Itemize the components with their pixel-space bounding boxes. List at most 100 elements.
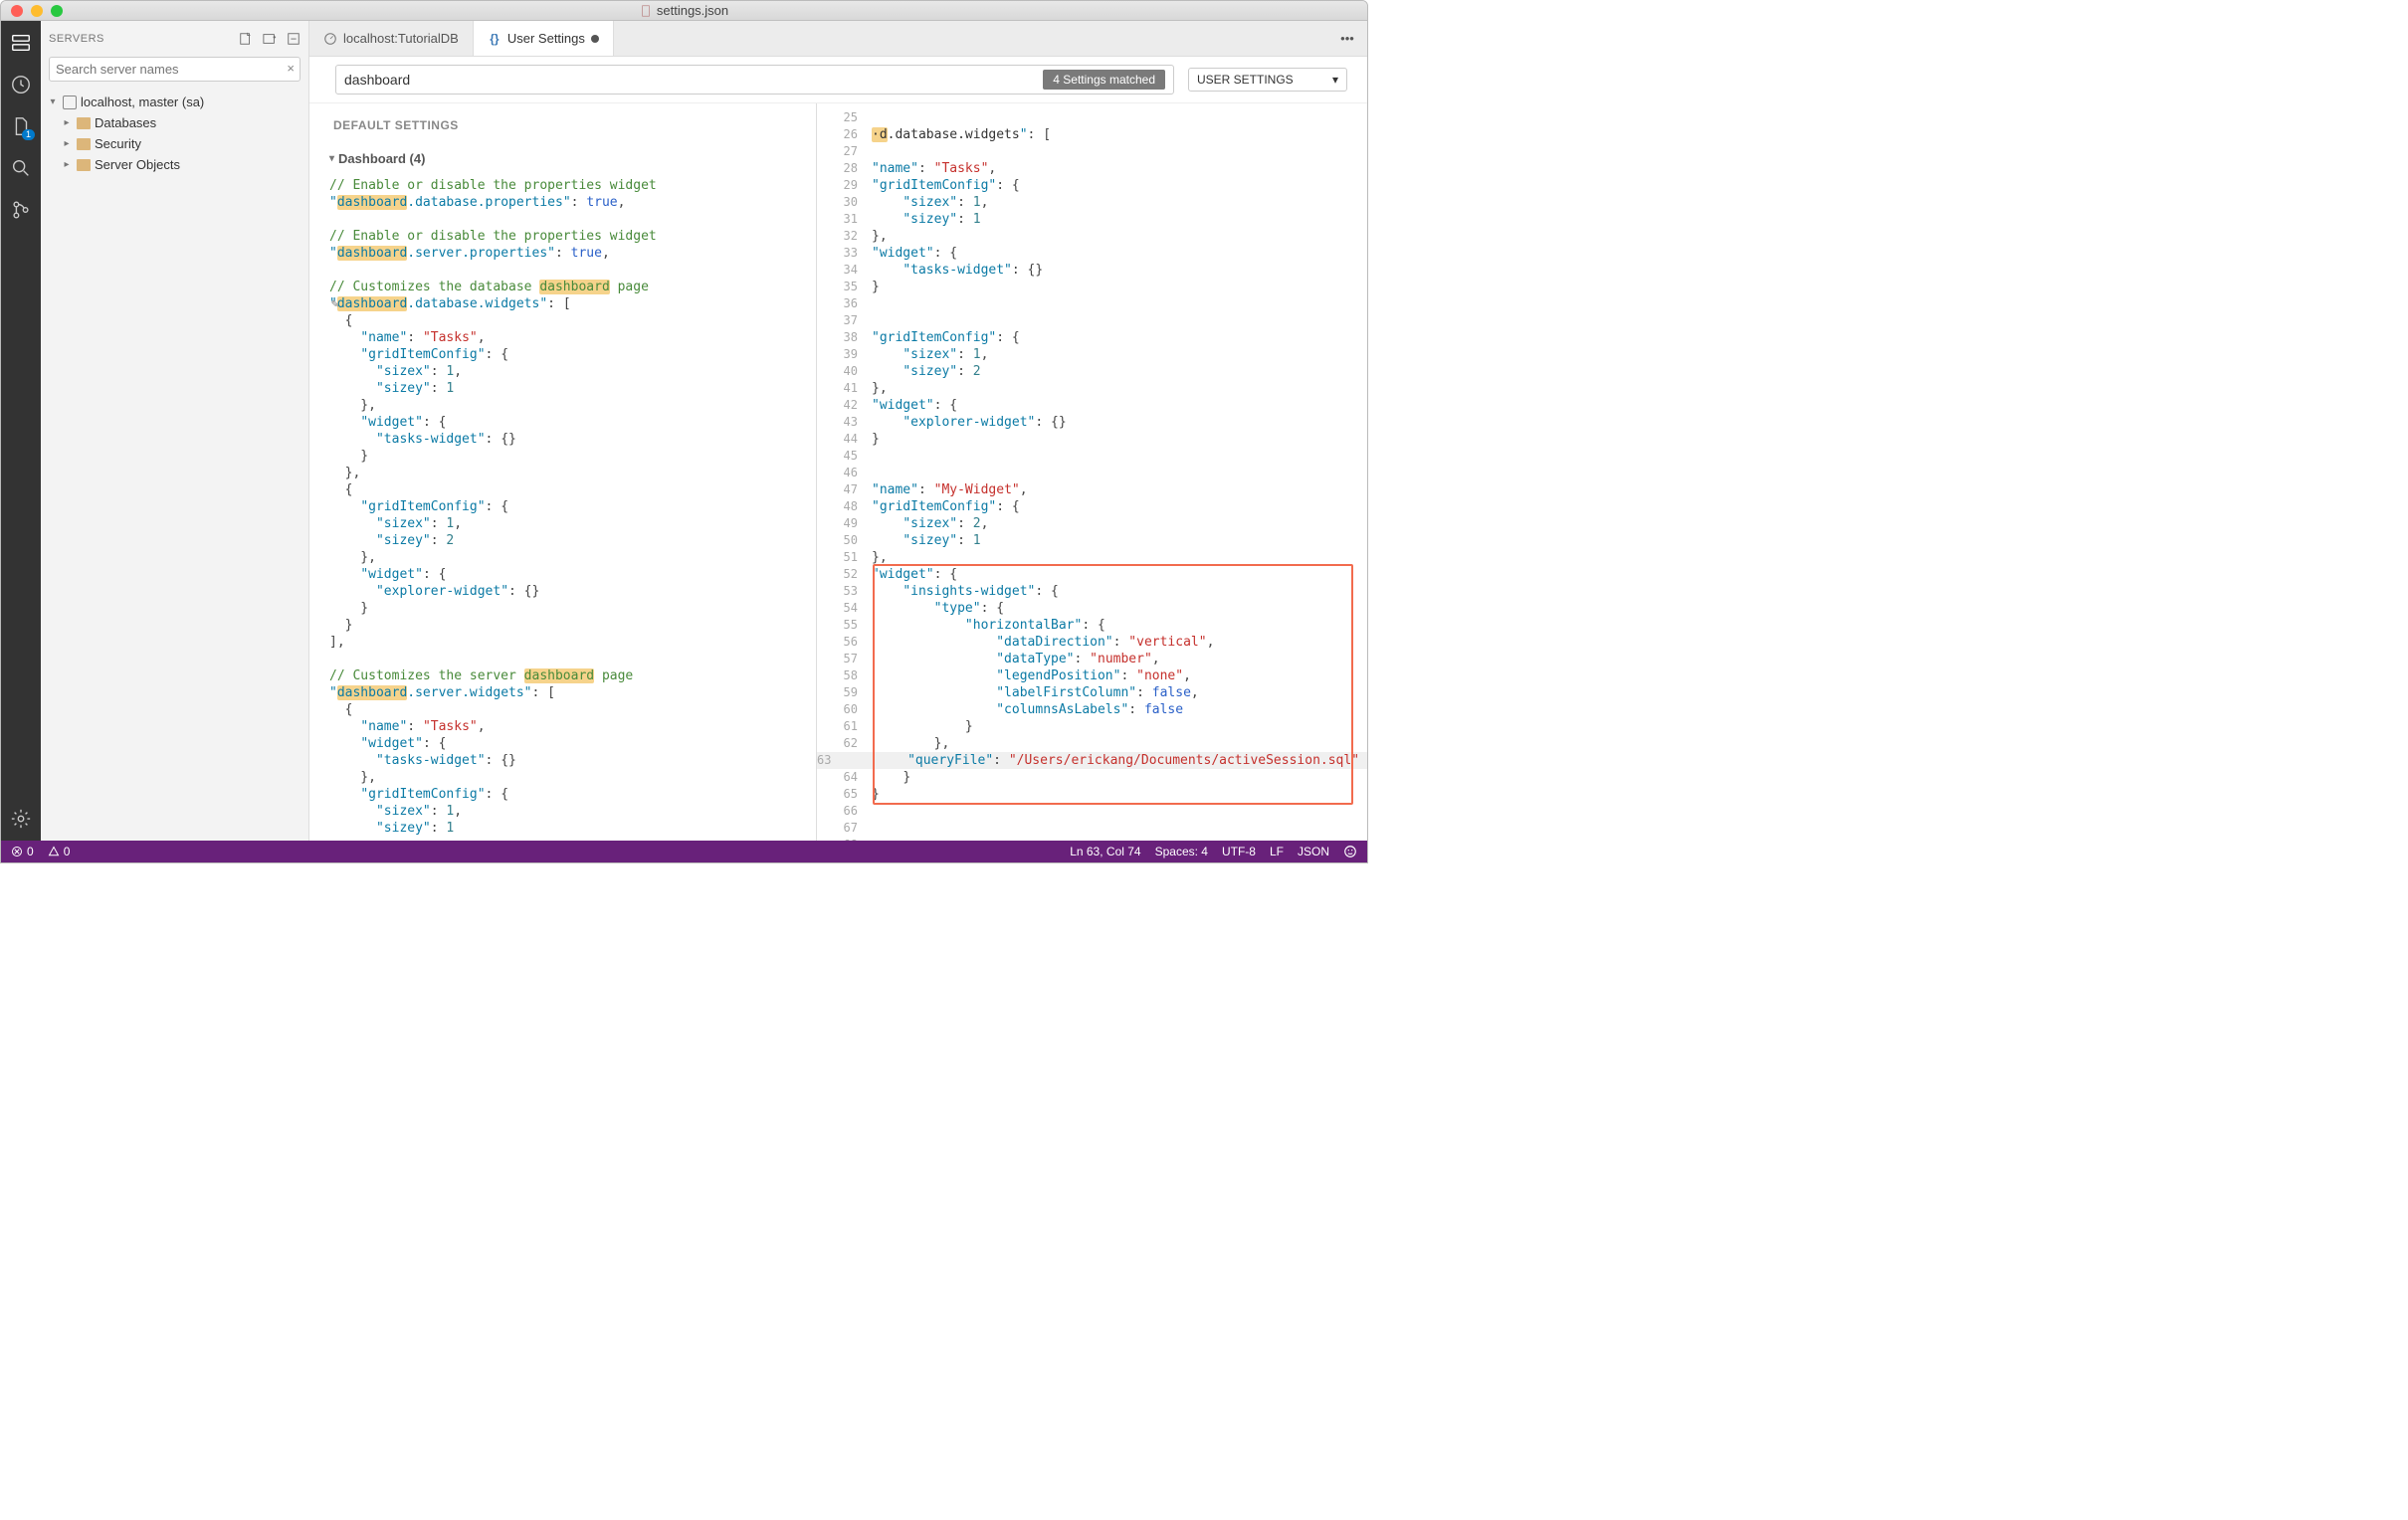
status-warnings-count: 0 [64, 845, 71, 858]
line-number: 30 [817, 194, 872, 211]
zoom-window-button[interactable] [51, 5, 63, 17]
settings-search-input[interactable] [344, 72, 1035, 88]
code-line[interactable]: 38"gridItemConfig": { [817, 329, 1367, 346]
code-line[interactable]: 28"name": "Tasks", [817, 160, 1367, 177]
search-activity-icon[interactable] [9, 156, 33, 180]
twistie-icon[interactable]: ▸ [61, 138, 73, 149]
line-number: 42 [817, 397, 872, 414]
new-group-icon[interactable] [263, 32, 277, 46]
line-number: 45 [817, 448, 872, 465]
code-line[interactable]: 35} [817, 279, 1367, 295]
code-line[interactable]: 55 "horizontalBar": { [817, 617, 1367, 634]
code-line[interactable]: 68 [817, 837, 1367, 841]
code-line[interactable]: 48"gridItemConfig": { [817, 498, 1367, 515]
tree-item-label: Server Objects [95, 157, 180, 172]
history-activity-icon[interactable] [9, 73, 33, 96]
new-connection-icon[interactable] [239, 32, 253, 46]
line-number: 37 [817, 312, 872, 329]
code-line[interactable]: 27 [817, 143, 1367, 160]
status-language[interactable]: JSON [1298, 845, 1329, 858]
twistie-icon[interactable]: ▸ [61, 159, 73, 170]
line-number: 50 [817, 532, 872, 549]
code-line[interactable]: 32}, [817, 228, 1367, 245]
clear-search-icon[interactable]: × [287, 61, 295, 76]
code-line[interactable]: 47"name": "My-Widget", [817, 481, 1367, 498]
settings-scope-select[interactable]: USER SETTINGS ▾ [1188, 68, 1347, 92]
line-number: 34 [817, 262, 872, 279]
code-line[interactable]: 42"widget": { [817, 397, 1367, 414]
code-line[interactable]: 36 [817, 295, 1367, 312]
edit-pencil-icon[interactable]: ✎ [331, 295, 338, 312]
code-line[interactable]: 62 }, [817, 735, 1367, 752]
tree-root[interactable]: ▾ localhost, master (sa) [41, 92, 308, 112]
code-line[interactable]: 33"widget": { [817, 245, 1367, 262]
code-line[interactable]: 31 "sizey": 1 [817, 211, 1367, 228]
code-line[interactable]: 63 "queryFile": "/Users/erickang/Documen… [817, 752, 1367, 769]
code-line[interactable]: 46 [817, 465, 1367, 481]
code-line[interactable]: 50 "sizey": 1 [817, 532, 1367, 549]
tree-item-databases[interactable]: ▸ Databases [41, 112, 308, 133]
line-number: 58 [817, 667, 872, 684]
tab-overflow-button[interactable]: ••• [1327, 21, 1367, 56]
code-line[interactable]: 57 "dataType": "number", [817, 651, 1367, 667]
dashboard-tab-icon [323, 32, 337, 46]
code-line[interactable]: 54 "type": { [817, 600, 1367, 617]
code-line[interactable]: 39 "sizex": 1, [817, 346, 1367, 363]
code-line[interactable]: 61 } [817, 718, 1367, 735]
code-line[interactable]: 64 } [817, 769, 1367, 786]
code-line[interactable]: 51}, [817, 549, 1367, 566]
code-line[interactable]: 67 [817, 820, 1367, 837]
code-line[interactable]: 56 "dataDirection": "vertical", [817, 634, 1367, 651]
code-line[interactable]: 59 "labelFirstColumn": false, [817, 684, 1367, 701]
tab-user-settings[interactable]: {} User Settings [474, 21, 614, 56]
default-settings-pane[interactable]: DEFAULT SETTINGS ▾ Dashboard (4) // Enab… [309, 103, 817, 841]
dashboard-group[interactable]: ▾ Dashboard (4) [329, 144, 810, 177]
code-line[interactable]: 26·d.database.widgets": [ [817, 126, 1367, 143]
line-number: 35 [817, 279, 872, 295]
tree-item-security[interactable]: ▸ Security [41, 133, 308, 154]
code-line[interactable]: 43 "explorer-widget": {} [817, 414, 1367, 431]
explorer-activity-icon[interactable]: 1 [9, 114, 33, 138]
status-errors[interactable]: 0 [11, 845, 34, 858]
status-feedback-icon[interactable] [1343, 845, 1357, 858]
twistie-icon[interactable]: ▸ [61, 117, 73, 128]
user-settings-pane[interactable]: 25 26·d.database.widgets": [27 28"name":… [817, 103, 1367, 841]
code-line[interactable]: 53 "insights-widget": { [817, 583, 1367, 600]
code-line[interactable]: 52"widget": { [817, 566, 1367, 583]
code-line[interactable]: 40 "sizey": 2 [817, 363, 1367, 380]
line-number: 66 [817, 803, 872, 820]
status-encoding[interactable]: UTF-8 [1222, 845, 1256, 858]
code-line[interactable]: 60 "columnsAsLabels": false [817, 701, 1367, 718]
tree-item-server-objects[interactable]: ▸ Server Objects [41, 154, 308, 175]
code-line[interactable]: 41}, [817, 380, 1367, 397]
collapse-icon[interactable] [287, 32, 301, 46]
code-line[interactable]: 49 "sizex": 2, [817, 515, 1367, 532]
servers-activity-icon[interactable] [9, 31, 33, 55]
status-indent[interactable]: Spaces: 4 [1155, 845, 1208, 858]
line-number: 38 [817, 329, 872, 346]
close-window-button[interactable] [11, 5, 23, 17]
sidebar-search-input[interactable] [49, 57, 301, 82]
minimize-window-button[interactable] [31, 5, 43, 17]
status-eol[interactable]: LF [1270, 845, 1284, 858]
sidebar: SERVERS × ▾ localhost, master (sa) ▸ [41, 21, 309, 841]
status-cursor[interactable]: Ln 63, Col 74 [1070, 845, 1140, 858]
tab-label: localhost:TutorialDB [343, 31, 459, 46]
code-line[interactable]: 65} [817, 786, 1367, 803]
code-line[interactable]: 58 "legendPosition": "none", [817, 667, 1367, 684]
line-number: 47 [817, 481, 872, 498]
code-line[interactable]: 25 [817, 109, 1367, 126]
code-line[interactable]: 34 "tasks-widget": {} [817, 262, 1367, 279]
code-line[interactable]: 37 [817, 312, 1367, 329]
code-line[interactable]: 29"gridItemConfig": { [817, 177, 1367, 194]
code-line[interactable]: 44} [817, 431, 1367, 448]
tab-tutorialdb[interactable]: localhost:TutorialDB [309, 21, 474, 56]
code-line[interactable]: 45 [817, 448, 1367, 465]
settings-gear-icon[interactable] [9, 807, 33, 831]
status-warnings[interactable]: 0 [48, 845, 71, 858]
twistie-icon[interactable]: ▾ [47, 96, 59, 107]
code-line[interactable]: 30 "sizex": 1, [817, 194, 1367, 211]
code-line[interactable]: 66 [817, 803, 1367, 820]
scm-activity-icon[interactable] [9, 198, 33, 222]
twistie-icon[interactable]: ▾ [329, 150, 334, 167]
